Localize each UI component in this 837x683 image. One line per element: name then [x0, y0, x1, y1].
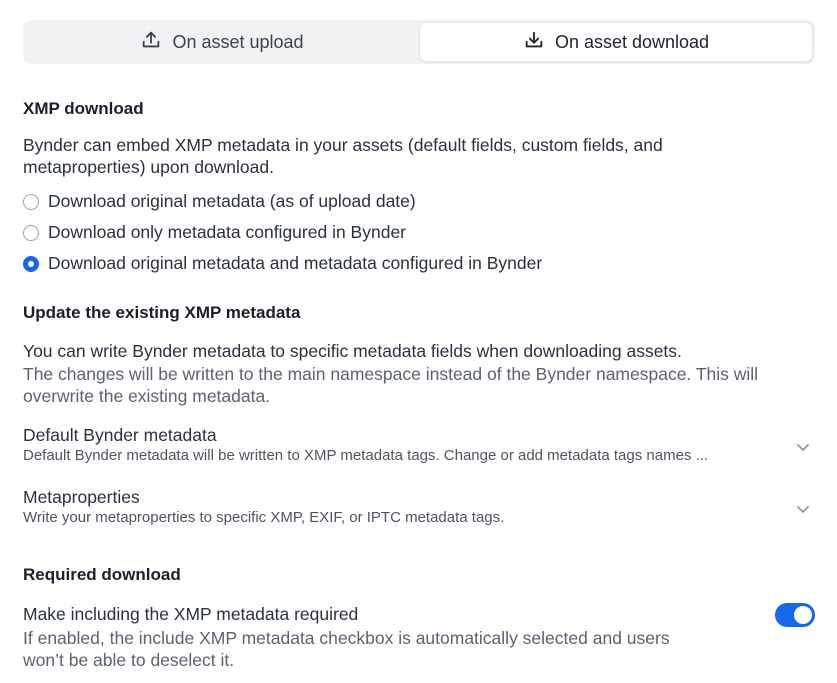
- chevron-down-icon[interactable]: [795, 439, 811, 455]
- accordion-title: Metaproperties: [23, 487, 140, 507]
- accordion-title: Default Bynder metadata: [23, 425, 217, 445]
- update-xmp-description-line2: The changes will be written to the main …: [23, 364, 759, 384]
- xmp-download-heading: XMP download: [23, 99, 144, 118]
- update-xmp-heading: Update the existing XMP metadata: [23, 303, 301, 322]
- toggle-knob: [794, 606, 812, 624]
- tab-on-asset-download[interactable]: On asset download: [419, 22, 813, 62]
- required-download-heading: Required download: [23, 565, 181, 584]
- radio-label: Download only metadata configured in Byn…: [48, 222, 406, 242]
- accordion-description: Write your metaproperties to specific XM…: [23, 509, 505, 526]
- radio-original-metadata[interactable]: Download original metadata (as of upload…: [23, 191, 416, 212]
- radio-button[interactable]: [23, 193, 39, 210]
- tab-download-label: On asset download: [554, 31, 710, 52]
- chevron-down-icon[interactable]: [795, 501, 811, 517]
- radio-button[interactable]: [23, 224, 39, 241]
- update-xmp-description-line3: overwrite the existing metadata.: [23, 386, 271, 406]
- update-xmp-description-line1: You can write Bynder metadata to specifi…: [23, 341, 682, 361]
- radio-label: Download original metadata (as of upload…: [48, 191, 416, 211]
- accordion-description: Default Bynder metadata will be written …: [23, 447, 709, 464]
- upload-icon: [140, 29, 162, 56]
- accordion-metaproperties[interactable]: Metaproperties Write your metaproperties…: [23, 486, 817, 528]
- required-help-line1: If enabled, the include XMP metadata che…: [23, 628, 670, 648]
- accordion-default-bynder-metadata[interactable]: Default Bynder metadata Default Bynder m…: [23, 424, 817, 466]
- tab-on-asset-upload[interactable]: On asset upload: [25, 22, 419, 62]
- mode-segmented-control: On asset upload On asset download: [23, 20, 815, 64]
- xmp-download-description-line1: Bynder can embed XMP metadata in your as…: [23, 135, 663, 155]
- required-help-line2: won’t be able to deselect it.: [23, 650, 235, 670]
- required-toggle-label: Make including the XMP metadata required: [23, 604, 359, 624]
- required-xmp-toggle[interactable]: [775, 603, 815, 627]
- radio-label: Download original metadata and metadata …: [48, 253, 543, 273]
- radio-button-selected[interactable]: [23, 255, 39, 272]
- radio-original-and-bynder-metadata[interactable]: Download original metadata and metadata …: [23, 253, 542, 274]
- xmp-download-description-line2: metaproperties) upon download.: [23, 157, 274, 177]
- tab-upload-label: On asset upload: [172, 31, 304, 52]
- radio-bynder-metadata-only[interactable]: Download only metadata configured in Byn…: [23, 222, 406, 243]
- download-icon: [523, 29, 545, 56]
